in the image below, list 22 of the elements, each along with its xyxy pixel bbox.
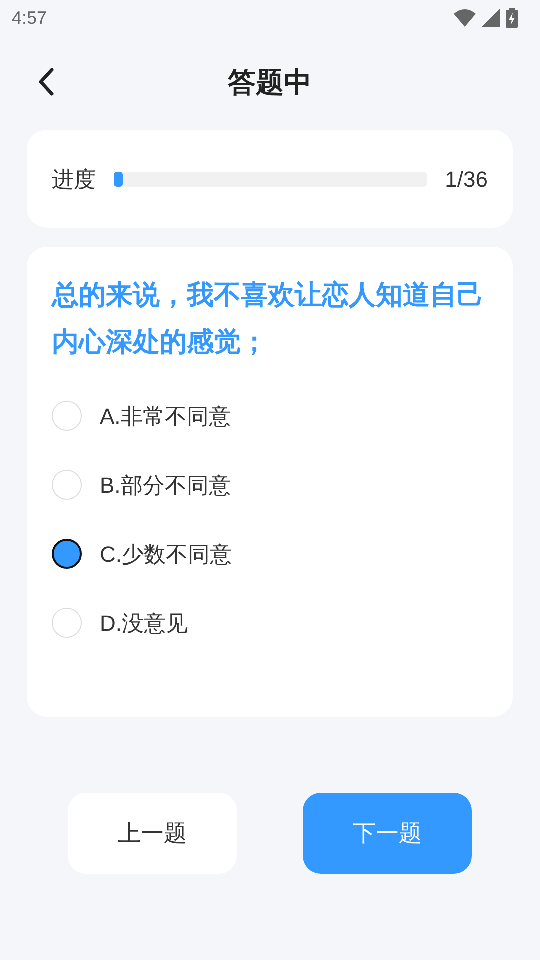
option-label: D.没意见 (100, 610, 188, 638)
previous-button[interactable]: 上一题 (68, 793, 237, 874)
progress-label: 进度 (52, 166, 96, 194)
option-label: A.非常不同意 (100, 402, 231, 430)
answer-option[interactable]: A.非常不同意 (52, 396, 488, 436)
radio-icon (52, 401, 82, 431)
signal-icon (482, 9, 500, 27)
question-text: 总的来说，我不喜欢让恋人知道自己内心深处的感觉； (52, 279, 485, 359)
answer-option[interactable]: C.少数不同意 (52, 534, 488, 574)
answer-option[interactable]: B.部分不同意 (52, 465, 488, 505)
back-icon (37, 67, 55, 97)
status-time: 4:57 (12, 6, 48, 30)
radio-selected-icon (52, 539, 82, 569)
progress-count: 1/36 (445, 166, 488, 194)
radio-icon (52, 470, 82, 500)
radio-icon (52, 608, 82, 638)
wifi-icon (454, 9, 476, 27)
option-label: C.少数不同意 (100, 540, 232, 568)
answer-option[interactable]: D.没意见 (52, 603, 488, 643)
option-label: B.部分不同意 (100, 472, 231, 500)
page-title: 答题中 (228, 66, 312, 100)
battery-icon (506, 8, 518, 28)
